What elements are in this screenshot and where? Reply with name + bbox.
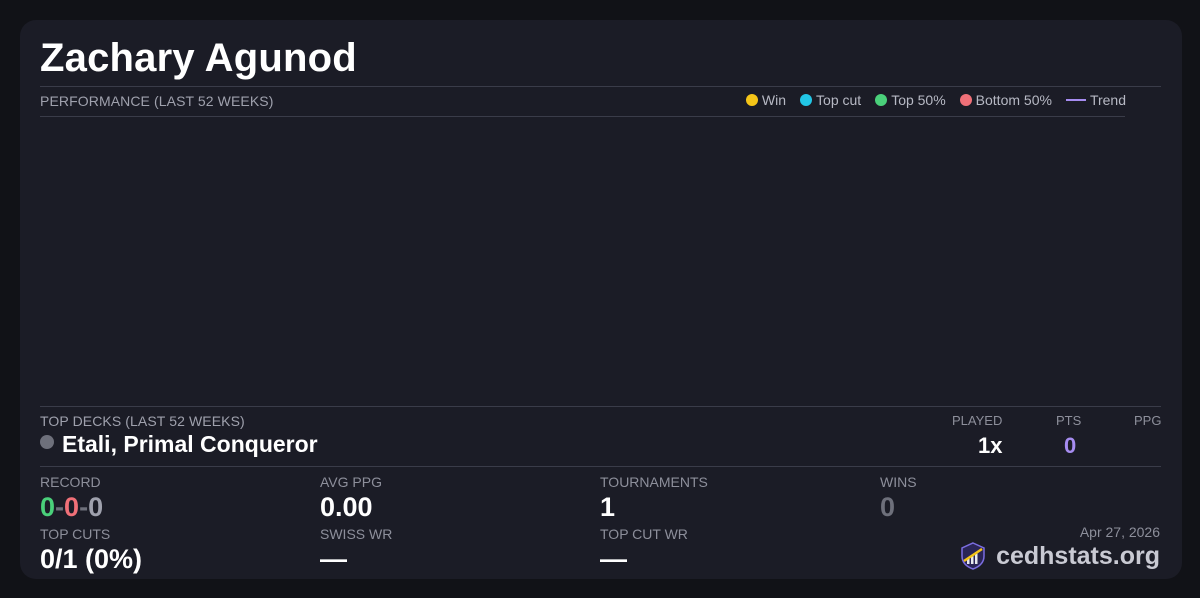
legend-label: Win <box>761 92 787 108</box>
brand-name[interactable]: cedhstats.org <box>996 542 1160 571</box>
divider <box>40 406 1161 407</box>
avg-ppg-value: 0.00 <box>320 492 373 522</box>
record-wins: 0 <box>40 492 56 522</box>
record-draws: 0 <box>88 492 104 522</box>
wins-label: WINS <box>880 474 917 490</box>
brand[interactable]: cedhstats.org <box>958 541 1160 571</box>
trend-line-icon <box>1065 99 1086 101</box>
record-losses: 0 <box>64 492 80 522</box>
chart-logo-icon <box>961 542 985 570</box>
legend-bottom-50: Bottom 50% <box>959 92 1052 108</box>
legend-top-cut: Top cut <box>800 92 861 108</box>
played-header: PLAYED <box>952 413 1003 428</box>
deck-color-icon <box>40 434 54 449</box>
top-cut-wr-label: TOP CUT WR <box>600 526 688 542</box>
wins-value: 0 <box>880 492 896 522</box>
tournaments-label: TOURNAMENTS <box>600 474 708 490</box>
swiss-wr-label: SWISS WR <box>320 526 393 542</box>
top-50-dot-icon <box>875 94 888 106</box>
snapshot-date: Apr 27, 2026 <box>1079 524 1160 540</box>
avg-ppg-label: AVG PPG <box>320 474 382 490</box>
player-card: Zachary Agunod PERFORMANCE (LAST 52 WEEK… <box>20 20 1182 579</box>
chart-legend: Win Top cut Top 50% Bottom 50% Trend <box>745 92 1126 108</box>
tournaments-value: 1 <box>600 492 616 522</box>
deck-name[interactable]: Etali, Primal Conqueror <box>62 431 318 458</box>
legend-label: Trend <box>1089 92 1126 108</box>
win-dot-icon <box>745 94 758 106</box>
pts-header: PTS <box>1056 413 1082 428</box>
legend-label: Bottom 50% <box>975 92 1052 108</box>
swiss-wr-value: — <box>320 544 347 574</box>
record-sep: - <box>55 492 65 522</box>
legend-top-50: Top 50% <box>875 92 946 108</box>
performance-chart-area <box>40 117 1125 405</box>
player-name: Zachary Agunod <box>40 36 357 80</box>
deck-played: 1x <box>978 433 1003 458</box>
legend-label: Top 50% <box>891 92 946 108</box>
top-decks-title: TOP DECKS (LAST 52 WEEKS) <box>40 413 245 429</box>
top-cut-wr-value: — <box>600 544 627 574</box>
record-value: 0-0-0 <box>40 492 103 523</box>
top-cut-dot-icon <box>800 94 813 106</box>
legend-win: Win <box>745 92 787 108</box>
divider <box>40 466 1161 467</box>
bottom-50-dot-icon <box>959 94 972 106</box>
top-cuts-label: TOP CUTS <box>40 526 111 542</box>
record-label: RECORD <box>40 474 101 490</box>
performance-title: PERFORMANCE (LAST 52 WEEKS) <box>40 93 274 109</box>
legend-label: Top cut <box>816 92 862 108</box>
deck-row[interactable]: Etali, Primal Conqueror <box>40 431 318 458</box>
legend-trend: Trend <box>1065 92 1126 108</box>
record-sep: - <box>79 492 89 522</box>
top-cuts-value: 0/1 (0%) <box>40 544 143 574</box>
deck-pts: 0 <box>1064 433 1077 458</box>
divider <box>40 86 1161 87</box>
ppg-header: PPG <box>1134 413 1162 428</box>
